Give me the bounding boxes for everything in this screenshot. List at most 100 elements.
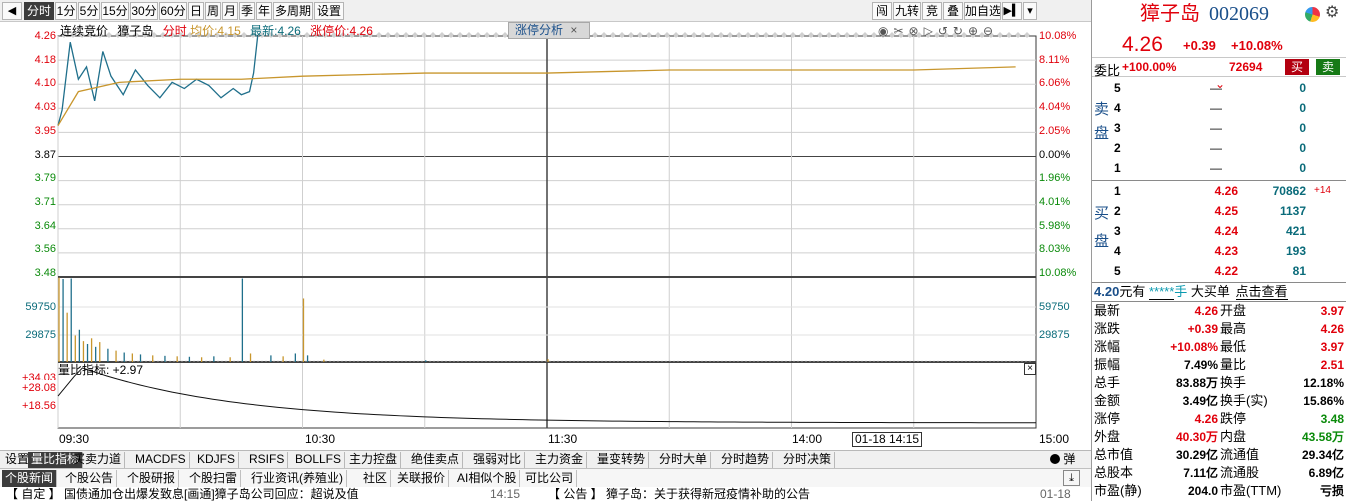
back-arrow-icon[interactable]: ◀ (2, 2, 22, 20)
ask-row[interactable]: 2 — 0 (1092, 138, 1346, 158)
play-circle-icon[interactable]: ▷ (924, 24, 938, 38)
indicator-tab[interactable]: MACDFS (132, 452, 190, 468)
period-tab[interactable]: 60分 (159, 2, 187, 20)
ask-row[interactable]: 3 — 0 (1092, 118, 1346, 138)
period-tab[interactable]: 分时 (24, 2, 54, 20)
close-icon[interactable]: × (570, 23, 577, 37)
close-icon[interactable]: × (1024, 363, 1036, 375)
limit-value: 4.26 (349, 24, 373, 38)
sell-button[interactable]: 卖 (1316, 59, 1340, 75)
eye-icon[interactable]: ◉ (878, 24, 893, 38)
stat-row: 最新 4.26 开盘 3.97 (1092, 302, 1346, 320)
news-tab[interactable]: 可比公司 (522, 470, 578, 487)
news-tab[interactable]: 关联报价 (394, 470, 450, 487)
plus-circle-icon[interactable]: ⊕ (968, 24, 983, 38)
pct-tick: 0.00% (1039, 148, 1071, 161)
close-circle-icon[interactable]: ⊗ (909, 24, 924, 38)
period-tab[interactable]: 5分 (78, 2, 100, 20)
news-ticker[interactable]: 【 自定 】 国债通加仓出爆发致息[画通]獐子岛公司回应：超说及值 14:15 … (0, 487, 1091, 501)
chart-canvas[interactable] (0, 22, 1091, 450)
period-tab[interactable]: 15分 (101, 2, 129, 20)
indicator-tab[interactable]: 强弱对比 (470, 452, 526, 468)
add-watchlist-button[interactable]: 加自选 (964, 2, 1001, 20)
indicator-tab[interactable]: 绝佳卖点 (408, 452, 464, 468)
indicator-tab[interactable]: RSIFS (246, 452, 289, 468)
news-tab[interactable]: AI相似个股 (454, 470, 521, 487)
popup-label: 弹 (1063, 452, 1076, 466)
tool-overlay-button[interactable]: 叠 (943, 2, 963, 20)
period-tab[interactable]: 30分 (130, 2, 158, 20)
bottom-toggle[interactable]: 弹 (1050, 452, 1075, 467)
indicator-tab[interactable]: BOLLFS (292, 452, 346, 468)
period-tab[interactable]: 多周期 (273, 2, 313, 20)
ask-row[interactable]: 4 — 0 (1092, 98, 1346, 118)
period-tab[interactable]: 日 (188, 2, 204, 20)
time-label: 14:00 (792, 432, 823, 446)
play-next-icon[interactable]: ▶▍ (1002, 2, 1022, 20)
view-bigorder-link[interactable]: 点击查看 (1235, 284, 1288, 300)
tool-jiuzhuan-button[interactable]: 九转 (893, 2, 921, 20)
bid-row[interactable]: 5 4.22 81 (1092, 261, 1346, 281)
limit-marker (655, 32, 661, 38)
indicator-tab[interactable]: 买卖力道 (70, 452, 126, 468)
gear-icon[interactable]: ⚙ (1325, 4, 1339, 22)
news-tab[interactable]: 社区 (360, 470, 392, 487)
scissors-icon[interactable]: ✂ (893, 24, 908, 38)
news-tab[interactable]: 行业资讯(养殖业) (248, 470, 347, 487)
news-tab[interactable]: 个股公告 (62, 470, 118, 487)
stat-label: 最高 (1220, 321, 1247, 336)
indicator-tab[interactable]: 量变转势 (594, 452, 650, 468)
refresh-left-icon[interactable]: ↺ (938, 24, 953, 38)
tool-jing-button[interactable]: 竞 (922, 2, 942, 20)
chevron-down-icon[interactable]: ▾ (1023, 2, 1037, 20)
bid-row[interactable]: 4 4.23 193 (1092, 241, 1346, 261)
news-tab[interactable]: 个股新闻 (2, 470, 58, 487)
intraday-chart[interactable]: 连续竞价 獐子岛 分时 均价:4.15 最新:4.26 涨停价:4.26 涨停分… (0, 22, 1091, 450)
webi-row: 委比 +100.00% 72694 买 卖 (1092, 57, 1346, 78)
ask-row[interactable]: 1 — 0 (1092, 158, 1346, 178)
bid-row[interactable]: 3 4.24 421 (1092, 221, 1346, 241)
indicator-tab[interactable]: 分时大单 (656, 452, 712, 468)
period-tab[interactable]: 设置 (314, 2, 344, 20)
limit-marker (421, 32, 427, 38)
bid-row[interactable]: 2 4.25 1137 (1092, 201, 1346, 221)
stat-value: 204.0 (1187, 484, 1218, 498)
bid-row[interactable]: 1 4.26 70862 +14 (1092, 181, 1346, 201)
volume-tick: 59750 (1039, 301, 1070, 313)
stat-label: 总手 (1094, 375, 1121, 390)
period-tab[interactable]: 月 (222, 2, 238, 20)
refresh-right-icon[interactable]: ↻ (953, 24, 968, 38)
period-tab[interactable]: 周 (205, 2, 221, 20)
indicator-tab[interactable]: 主力控盘 (346, 452, 402, 468)
indicator-tab[interactable]: 分时决策 (780, 452, 836, 468)
download-icon[interactable]: ⤓ (1063, 470, 1080, 486)
last-price: 4.26 (1122, 33, 1163, 56)
ask-volume: 0 (1299, 141, 1306, 155)
big-order-row[interactable]: 4.20元有 *****手 大买单 点击查看 (1092, 282, 1346, 302)
news-tab[interactable]: 个股研报 (124, 470, 180, 487)
ask-row[interactable]: 5 — 0 (1092, 78, 1346, 98)
indicator-tab[interactable]: 分时趋势 (718, 452, 774, 468)
minus-circle-icon[interactable]: ⊖ (983, 24, 998, 38)
limit-marker (844, 32, 850, 38)
stat-label: 跌停 (1220, 411, 1247, 426)
period-tab[interactable]: 1分 (55, 2, 77, 20)
news-item[interactable]: 【 自定 】 国债通加仓出爆发致息[画通]獐子岛公司回应：超说及值 (6, 487, 359, 501)
news-tabs: 个股新闻 个股公告 个股研报 个股扫雷 行业资讯(养殖业) 社区 关联报价 AI相似个股 可比公… (0, 468, 1091, 487)
news-item[interactable]: 【 公告 】 獐子岛：关于获得新冠疫情补助的公告 (548, 487, 810, 501)
tool-chuang-button[interactable]: 闯 (872, 2, 892, 20)
stat-value: +0.39 (1187, 322, 1218, 336)
period-tab[interactable]: 年 (256, 2, 272, 20)
pie-chart-icon[interactable] (1305, 7, 1320, 22)
limit-marker (754, 32, 760, 38)
limit-marker (376, 32, 382, 38)
buy-button[interactable]: 买 (1285, 59, 1309, 75)
news-tab[interactable]: 个股扫雷 (186, 470, 242, 487)
bid-delta: +14 (1314, 185, 1331, 196)
indicator-tab[interactable]: KDJFS (194, 452, 240, 468)
period-tab[interactable]: 季 (239, 2, 255, 20)
indicator-tab[interactable]: 主力资金 (532, 452, 588, 468)
limit-analysis-tag[interactable]: 涨停分析 × (508, 22, 590, 39)
pct-tick: 5.98% (1039, 219, 1071, 232)
big-order-label: 大买单 (1190, 284, 1230, 299)
